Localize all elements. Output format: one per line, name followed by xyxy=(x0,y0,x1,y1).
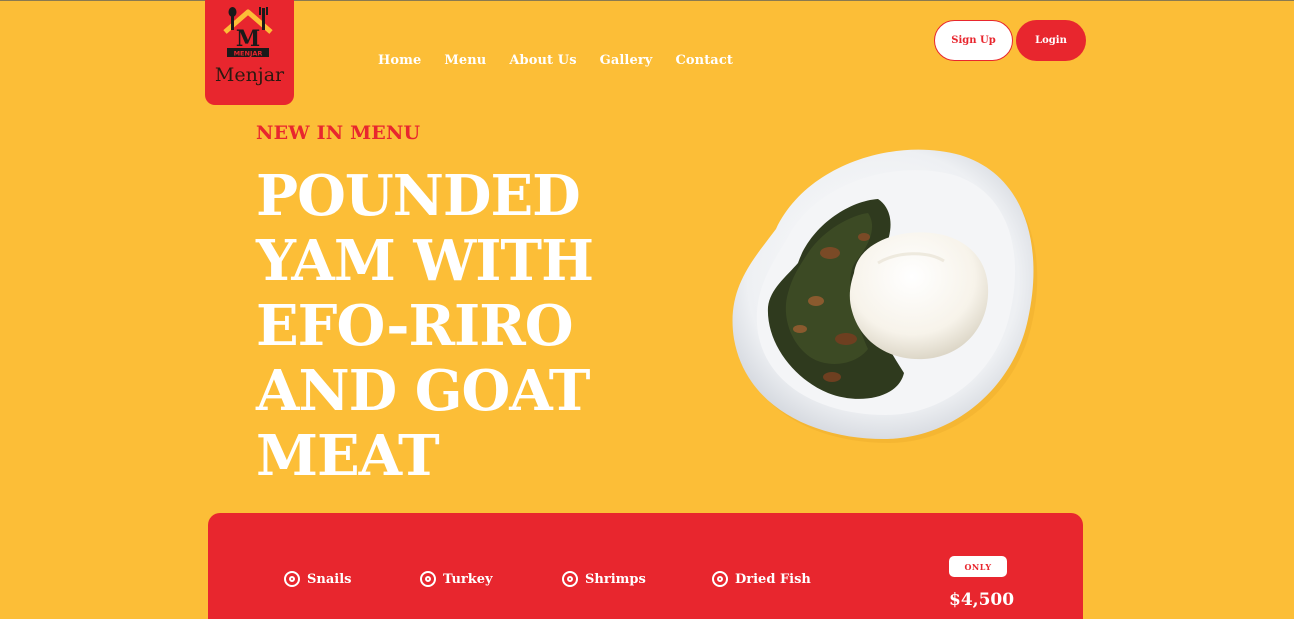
logo-text: Menjar xyxy=(214,64,285,86)
price-label: $4,500 xyxy=(949,590,1015,610)
house-fork-knife-icon: M MENJAR xyxy=(219,2,277,60)
hero-headline: POUNDED YAM WITH EFO-RIRO AND GOAT MEAT xyxy=(256,164,656,489)
logo-mark-text: MENJAR xyxy=(234,50,263,58)
brand-logo[interactable]: M MENJAR Menjar xyxy=(205,0,294,105)
nav-menu[interactable]: Menu xyxy=(444,53,486,68)
target-icon xyxy=(284,571,300,587)
hero-kicker: NEW IN MENU xyxy=(256,122,421,144)
ingredient-label: Dried Fish xyxy=(735,571,811,587)
ingredient-label: Shrimps xyxy=(585,571,646,587)
target-icon xyxy=(562,571,578,587)
only-badge: ONLY xyxy=(949,556,1007,577)
main-nav: Home Menu About Us Gallery Contact xyxy=(378,53,756,68)
ingredient-item: Snails xyxy=(284,571,351,587)
signup-button[interactable]: Sign Up xyxy=(934,20,1013,61)
nav-about-us[interactable]: About Us xyxy=(509,53,576,68)
headline-line: EFO-RIRO xyxy=(256,293,574,359)
ingredient-item: Dried Fish xyxy=(712,571,811,587)
headline-line: MEAT xyxy=(256,423,440,489)
headline-line: POUNDED xyxy=(256,163,581,229)
top-border xyxy=(0,0,1294,1)
nav-contact[interactable]: Contact xyxy=(675,53,733,68)
nav-gallery[interactable]: Gallery xyxy=(600,53,653,68)
target-icon xyxy=(420,571,436,587)
ingredient-item: Shrimps xyxy=(562,571,646,587)
login-button[interactable]: Login xyxy=(1016,20,1086,61)
target-icon xyxy=(712,571,728,587)
offer-card: Snails Turkey Shrimps Dried Fish ONLY $4… xyxy=(208,513,1083,619)
headline-line: YAM WITH xyxy=(256,228,594,294)
headline-line: AND GOAT xyxy=(256,358,590,424)
ingredient-label: Turkey xyxy=(443,571,493,587)
nav-home[interactable]: Home xyxy=(378,53,421,68)
ingredient-label: Snails xyxy=(307,571,352,587)
ingredient-item: Turkey xyxy=(420,571,493,587)
dish-image xyxy=(728,143,1042,448)
